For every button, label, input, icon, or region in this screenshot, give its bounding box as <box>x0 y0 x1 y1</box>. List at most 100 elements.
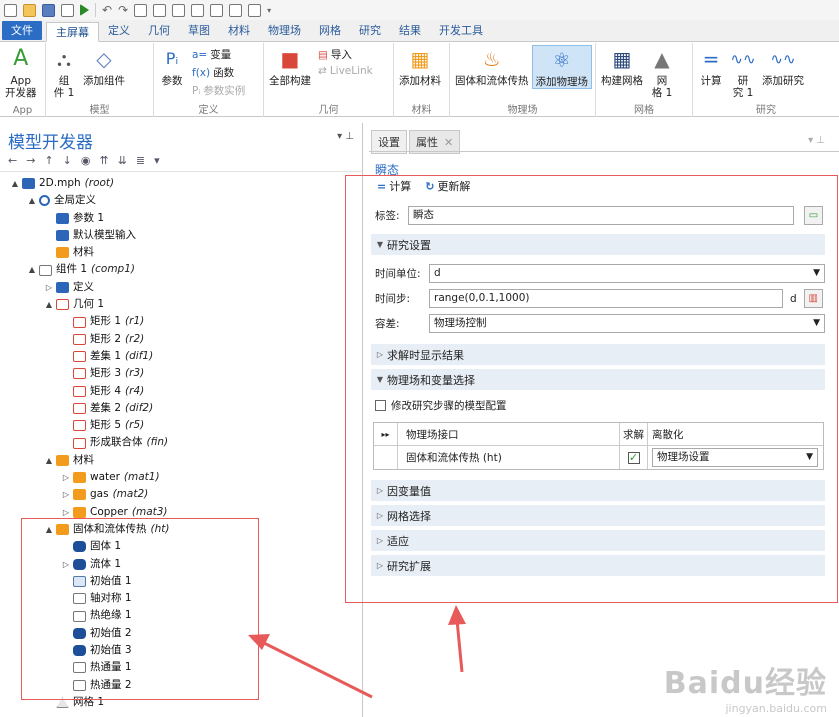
build-mesh-button[interactable]: ▦ 构建网格 <box>598 45 646 87</box>
tree-node[interactable]: 差集 2 (dif2) <box>0 400 362 417</box>
group-physics: ♨ 固体和流体传热 ⚛ 添加物理场 物理场 <box>450 43 596 117</box>
back-arrow-icon[interactable]: ← <box>8 154 17 168</box>
customize-icon[interactable]: ▾ <box>267 6 271 15</box>
panel-menu-icon[interactable]: ▾ ⊥ <box>808 135 825 146</box>
tree-node[interactable]: 矩形 2 (r2) <box>0 331 362 348</box>
expand-toggle-icon[interactable]: ▲ <box>10 175 20 192</box>
add-component-button[interactable]: ◇ 添加组件 <box>80 45 128 87</box>
expand-toggle-icon[interactable]: ▷ <box>61 486 71 503</box>
tab-mesh[interactable]: 网格 <box>310 21 350 41</box>
zoom-icon[interactable] <box>248 3 262 17</box>
tree-node[interactable]: 参数 1 <box>0 210 362 227</box>
tab-results[interactable]: 结果 <box>390 21 430 41</box>
close-tab-icon[interactable]: ✕ <box>444 136 453 149</box>
functions-button[interactable]: f(x) 函数 <box>192 65 245 80</box>
redo-icon[interactable]: ↷ <box>118 3 128 17</box>
tree-node[interactable]: ▲ 2D.mph (root) <box>0 175 362 192</box>
parameter-case-button[interactable]: Pᵢ 参数实例 <box>192 83 245 98</box>
tree-node[interactable]: 形成联合体 (fin) <box>0 434 362 451</box>
paste-icon[interactable] <box>153 3 167 17</box>
delete-icon[interactable] <box>191 3 205 17</box>
study1-button[interactable]: ∿∿ 研 究 1 <box>727 45 759 100</box>
group-definitions: Pᵢ 参数 a= 变量 f(x) 函数 Pᵢ 参数实例 定义 <box>154 43 264 117</box>
tree-node-tag: (root) <box>84 177 115 189</box>
compute-button[interactable]: = 计算 <box>695 45 727 87</box>
tree-node[interactable]: 差集 1 (dif1) <box>0 348 362 365</box>
tree-node[interactable]: 矩形 5 (r5) <box>0 417 362 434</box>
show-icon[interactable]: ◉ <box>81 154 91 168</box>
add-material-button[interactable]: ▦ 添加材料 <box>396 45 444 87</box>
tree-node[interactable]: ▲ 几何 1 <box>0 296 362 313</box>
tree-node[interactable]: 材料 <box>0 244 362 261</box>
add-physics-button[interactable]: ⚛ 添加物理场 <box>531 45 592 89</box>
tree-node[interactable]: 矩形 3 (r3) <box>0 365 362 382</box>
variables-button[interactable]: a= 变量 <box>192 47 245 62</box>
parameters-button[interactable]: Pᵢ 参数 <box>156 45 188 88</box>
tree-node[interactable]: ▲ 材料 <box>0 452 362 469</box>
tree-node[interactable]: 默认模型输入 <box>0 227 362 244</box>
copy-icon[interactable] <box>134 3 148 17</box>
add-study-icon: ∿∿ <box>770 50 796 68</box>
app-builder-button[interactable]: A App 开发器 <box>2 45 40 100</box>
group-geometry: ■ 全部构建 ▤ 导入 ⇄ LiveLink 几何 <box>264 43 394 117</box>
save-icon[interactable] <box>42 3 55 17</box>
tree-node-icon <box>22 178 35 190</box>
tree-node-tag: (r1) <box>125 315 145 328</box>
tree-node[interactable]: ▷ gas (mat2) <box>0 486 362 503</box>
clear-icon[interactable] <box>210 3 224 17</box>
expand-toggle-icon[interactable]: ▷ <box>61 469 71 486</box>
duplicate-icon[interactable] <box>172 3 186 17</box>
import-button[interactable]: ▤ 导入 <box>318 47 373 62</box>
expand-toggle-icon[interactable]: ▲ <box>44 452 54 469</box>
tab-definitions[interactable]: 定义 <box>99 21 139 41</box>
functions-icon: f(x) <box>192 66 211 79</box>
mesh1-button[interactable]: ▲ 网 格 1 <box>646 45 678 99</box>
list-icon[interactable]: ≣ <box>136 154 145 168</box>
expand-toggle-icon[interactable]: ▷ <box>44 279 54 296</box>
tree-node-tag: (r2) <box>125 332 145 345</box>
undo-icon[interactable]: ↶ <box>102 3 112 17</box>
more-icon[interactable]: ▾ <box>154 154 160 168</box>
tree-node[interactable]: ▲ 全局定义 <box>0 192 362 209</box>
tab-file[interactable]: 文件 <box>2 21 42 40</box>
collapse-icon[interactable]: ⇈ <box>99 154 108 168</box>
tab-physics[interactable]: 物理场 <box>259 21 310 41</box>
forward-arrow-icon[interactable]: → <box>26 154 35 168</box>
tree-node-label: 几何 1 <box>73 298 105 311</box>
tab-developer[interactable]: 开发工具 <box>430 21 492 41</box>
up-arrow-icon[interactable]: ↑ <box>44 154 53 168</box>
add-study-button[interactable]: ∿∿ 添加研究 <box>759 45 807 88</box>
tree-node[interactable]: 矩形 1 (r1) <box>0 313 362 330</box>
tree-node-tag: (dif2) <box>125 401 154 414</box>
open-folder-icon[interactable] <box>23 3 36 17</box>
tree-node[interactable]: ▷ 定义 <box>0 279 362 296</box>
expand-toggle-icon[interactable]: ▲ <box>27 261 37 278</box>
reset-icon[interactable] <box>229 3 243 17</box>
tab-geometry[interactable]: 几何 <box>139 21 179 41</box>
tree-node[interactable]: ▲ 组件 1 (comp1) <box>0 261 362 278</box>
tree-node[interactable]: 矩形 4 (r4) <box>0 383 362 400</box>
tree-node[interactable]: ▷ water (mat1) <box>0 469 362 486</box>
tab-study[interactable]: 研究 <box>350 21 390 41</box>
component-button[interactable]: ⛬ 组 件 1 <box>48 45 80 99</box>
tab-sketch[interactable]: 草图 <box>179 21 219 41</box>
run-icon[interactable] <box>80 4 89 16</box>
tree-node-label: 矩形 4 <box>90 384 122 397</box>
expand-icon[interactable]: ⇊ <box>118 154 127 168</box>
tab-materials[interactable]: 材料 <box>219 21 259 41</box>
new-file-icon[interactable] <box>4 3 17 17</box>
quick-access-toolbar: ↶ ↷ ▾ <box>0 0 839 20</box>
panel-pin-icon[interactable]: ▾ ⊥ <box>337 131 354 142</box>
down-arrow-icon[interactable]: ↓ <box>63 154 72 168</box>
save-as-icon[interactable] <box>61 3 74 17</box>
heat-transfer-button[interactable]: ♨ 固体和流体传热 <box>452 45 532 87</box>
tree-highlight-box <box>21 518 259 700</box>
add-physics-icon: ⚛ <box>552 48 571 72</box>
expand-toggle-icon[interactable]: ▲ <box>44 296 54 313</box>
tree-node-icon <box>56 212 69 224</box>
livelink-button[interactable]: ⇄ LiveLink <box>318 65 373 77</box>
build-all-button[interactable]: ■ 全部构建 <box>266 45 314 87</box>
tree-node-label: 形成联合体 <box>90 436 143 449</box>
tab-home[interactable]: 主屏幕 <box>46 22 99 42</box>
expand-toggle-icon[interactable]: ▲ <box>27 192 37 209</box>
